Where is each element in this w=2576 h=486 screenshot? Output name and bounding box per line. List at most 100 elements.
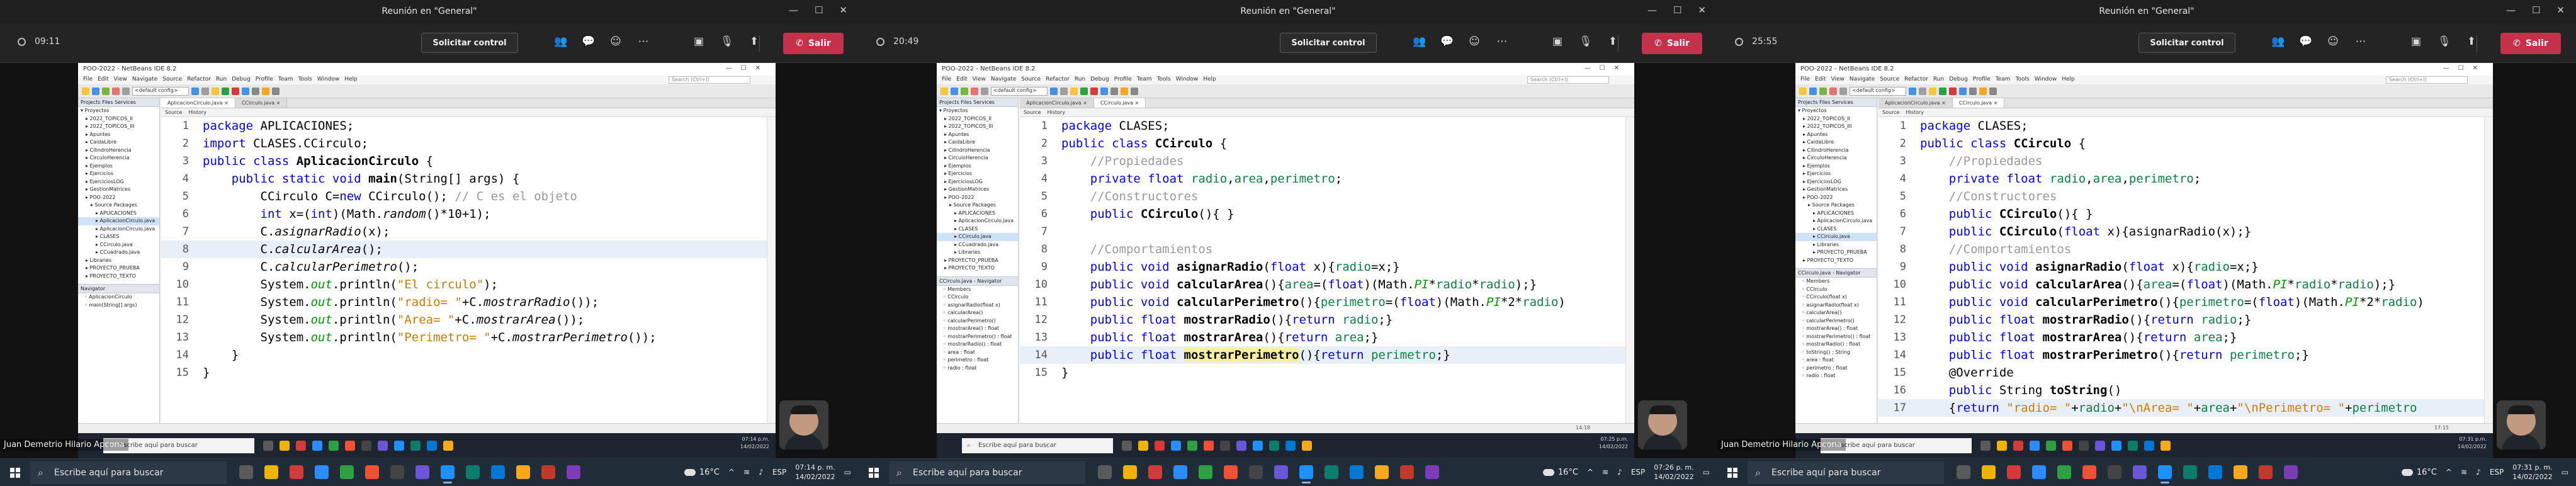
menu-item[interactable]: Edit [1815, 76, 1826, 84]
menu-item[interactable]: Run [1075, 76, 1085, 84]
taskbar-app-icon[interactable] [1123, 465, 1137, 479]
menu-item[interactable]: Profile [1114, 76, 1132, 84]
taskbar-app-icon[interactable] [466, 465, 480, 479]
project-tree-item[interactable]: ▸ APLICACIONES [937, 210, 1018, 218]
network-icon[interactable]: ≋ [743, 468, 750, 477]
project-tree-item[interactable]: ▸ PROYECTO_TEXTO [1795, 257, 1877, 265]
tab-ccirculo[interactable]: CCirculo.java × [235, 98, 288, 108]
menu-item[interactable]: Help [344, 76, 358, 84]
menu-item[interactable]: Edit [98, 76, 108, 84]
taskbar-app-icon[interactable] [296, 441, 306, 451]
taskbar-app-icon[interactable] [1997, 441, 2007, 451]
code-line[interactable]: 11 public void calcularPerimetro(){perim… [1020, 293, 1625, 311]
taskbar-app-icon[interactable] [1980, 441, 1991, 451]
taskbar-app-icon[interactable] [1204, 441, 1214, 451]
taskbar-app-icon[interactable] [1302, 441, 1312, 451]
editor-mode-tab[interactable]: Source [165, 110, 182, 115]
navigator-item[interactable]: ◦ radio : float [1795, 372, 1877, 380]
code-line[interactable]: 10 public void calcularArea(){area=(floa… [1878, 276, 2484, 293]
project-tree-item[interactable]: ▸ APLICACIONES [78, 210, 159, 218]
taskbar-app-icon[interactable] [2234, 465, 2247, 479]
project-tree-item[interactable]: ▸ Ejercicios [1795, 170, 1877, 178]
taskbar-clock[interactable]: 07:14 p. m. 14/02/2022 [795, 463, 835, 482]
navigator-item[interactable]: ◦ mostrarRadio() : float [1795, 341, 1877, 349]
taskbar-app-icon[interactable] [264, 465, 278, 479]
navigator-item[interactable]: ◦ perimetro : float [1795, 364, 1877, 373]
toolbar-icon[interactable] [92, 87, 99, 95]
react-icon[interactable]: ☺ [1468, 35, 1481, 48]
navigator-item[interactable]: ◦ CCirculo(float x) [1795, 293, 1877, 302]
toolbar-icon[interactable] [1799, 87, 1807, 95]
navigator-item[interactable]: ◦ perimetro : float [937, 356, 1018, 364]
toolbar-icon[interactable] [1060, 87, 1068, 95]
minimize-button[interactable]: — [1647, 4, 1657, 16]
taskbar-app-icon[interactable] [1122, 441, 1132, 451]
project-tree-item[interactable]: ▸ CaidaLibre [937, 138, 1018, 147]
code-line[interactable]: 14 public float mostrarPerimetro(){retur… [1020, 346, 1625, 364]
maximize-button[interactable]: ☐ [1673, 4, 1681, 16]
taskbar-app-icon[interactable] [2007, 465, 2021, 479]
taskbar-app-icon[interactable] [2046, 441, 2056, 451]
menu-item[interactable]: View [114, 76, 127, 84]
react-icon[interactable]: ☺ [609, 35, 622, 48]
project-tree-item[interactable]: ▸ CCuadrado.java [78, 249, 159, 257]
menu-item[interactable]: Team [1996, 76, 2011, 84]
taskbar-app-icon[interactable] [1325, 465, 1338, 479]
toolbar-icon[interactable] [222, 87, 229, 95]
menu-item[interactable]: Refactor [1046, 76, 1070, 84]
language-indicator[interactable]: ESP [1631, 468, 1645, 477]
taskbar-clock[interactable]: 07:26 p. m. 14/02/2022 [1654, 463, 1693, 482]
project-tree-item[interactable]: ▸ GestionMatrices [78, 186, 159, 194]
code-line[interactable]: 15 @Override [1878, 364, 2484, 381]
chat-icon[interactable]: 💬 [1440, 35, 1454, 48]
menu-item[interactable]: Debug [232, 76, 251, 84]
code-line[interactable]: 10 System.out.println("El circulo"); [161, 276, 767, 293]
taskbar-app-icon[interactable] [2082, 465, 2096, 479]
toolbar-icon[interactable] [1929, 87, 1936, 95]
notification-icon[interactable]: ▭ [844, 468, 851, 477]
tab-aplicacioncirculo[interactable]: AplicacionCirculo.java × [161, 98, 235, 108]
menu-item[interactable]: Navigate [991, 76, 1016, 84]
project-tree-item[interactable]: ▸ CLASES [937, 225, 1018, 234]
toolbar-icon[interactable] [1080, 87, 1088, 95]
project-tree-item[interactable]: ▸ Source Packages [1795, 201, 1877, 210]
menu-item[interactable]: Refactor [1904, 76, 1928, 84]
toolbar-icon[interactable] [191, 87, 199, 95]
code-line[interactable]: 13 public float mostrarArea(){return are… [1020, 329, 1625, 346]
code-line[interactable]: 6 int x=(int)(Math.random()*10+1); [161, 205, 767, 223]
project-tree-item[interactable]: ▸ POO-2022 [937, 194, 1018, 202]
taskbar-app-icon[interactable] [2062, 441, 2072, 451]
taskbar-app-icon[interactable] [2133, 465, 2147, 479]
navigator-item[interactable]: ◦ mostrarRadio() : float [937, 341, 1018, 349]
people-icon[interactable]: 👥 [554, 35, 567, 48]
taskbar-app-icon[interactable] [1285, 441, 1296, 451]
taskbar-app-icon[interactable] [2030, 441, 2040, 451]
weather-widget[interactable]: 16°C [684, 468, 720, 477]
project-tree-item[interactable]: ▸ POO-2022 [78, 194, 159, 202]
taskbar-app-icon[interactable] [1173, 465, 1187, 479]
taskbar-app-icon[interactable] [263, 441, 273, 451]
taskbar-app-icon[interactable] [2208, 465, 2222, 479]
navigator-item[interactable]: ◦ calcularPerimetro() [937, 317, 1018, 325]
taskbar-app-icon[interactable] [1249, 465, 1263, 479]
editor-mode-tab[interactable]: History [188, 110, 206, 115]
windows-logo-icon[interactable] [1727, 468, 1737, 478]
config-select[interactable]: <default config> [991, 86, 1048, 96]
tab-ccirculo[interactable]: CCirculo.java × [1952, 98, 2005, 108]
toolbar-icon[interactable] [1939, 87, 1946, 95]
maximize-button[interactable]: ☐ [2532, 4, 2540, 16]
code-line[interactable]: 9 public void asignarRadio(float x){radi… [1878, 258, 2484, 276]
toolbar-icon[interactable] [1131, 87, 1138, 95]
taskbar-app-icon[interactable] [290, 465, 303, 479]
navigator-item[interactable]: ◦ Members [1795, 278, 1877, 286]
code-line[interactable]: 14 } [161, 346, 767, 364]
menu-item[interactable]: Team [278, 76, 293, 84]
taskbar-app-icon[interactable] [541, 465, 555, 479]
code-line[interactable]: 13 System.out.println("Perimetro= "+C.mo… [161, 329, 767, 346]
toolbar-icon[interactable] [1809, 87, 1817, 95]
maximize-button[interactable]: ☐ [815, 4, 823, 16]
share-icon[interactable]: ⬆ [1607, 35, 1619, 48]
toolbar-icon[interactable] [82, 87, 89, 95]
project-tree-item[interactable]: ▸ CLASES [78, 233, 159, 241]
toolbar-icon[interactable] [951, 87, 958, 95]
